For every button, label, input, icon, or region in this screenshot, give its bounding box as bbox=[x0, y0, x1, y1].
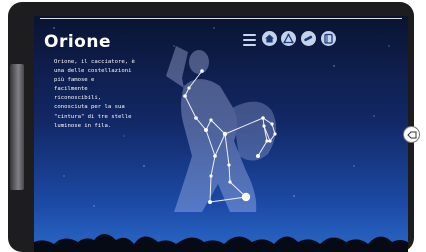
description-text: Orione, il cacciatore, è una delle coste… bbox=[54, 59, 135, 129]
orion-figure bbox=[166, 46, 277, 212]
triangle-icon[interactable] bbox=[281, 31, 296, 46]
home-icon[interactable] bbox=[262, 31, 277, 46]
bezel-reflection bbox=[10, 64, 24, 190]
app-screen: Orione Orione, il cacciatore, è una dell… bbox=[34, 16, 408, 252]
treeline-silhouette bbox=[34, 234, 408, 252]
telescope-icon[interactable] bbox=[301, 31, 316, 46]
book-icon[interactable] bbox=[321, 31, 336, 46]
back-icon[interactable] bbox=[403, 126, 420, 143]
page-title: Orione bbox=[44, 32, 111, 52]
top-divider bbox=[40, 18, 402, 19]
menu-icon[interactable] bbox=[243, 34, 256, 46]
